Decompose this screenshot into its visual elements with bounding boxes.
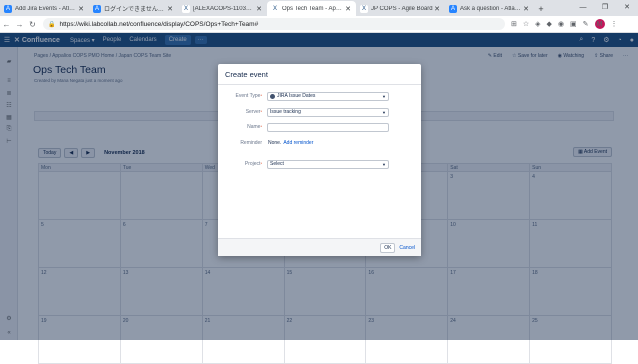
tab-favicon: X	[271, 4, 279, 13]
extension-icon[interactable]: ◈	[535, 20, 540, 28]
extensions: ⊞ ☆ ◈ ◆ ◉ ▣ ✎ M ⋮	[511, 19, 618, 29]
translate-icon[interactable]: ⊞	[511, 20, 517, 28]
chevron-down-icon: ▼	[382, 93, 386, 99]
back-icon[interactable]: ←	[0, 20, 13, 29]
server-select[interactable]: Issue tracking ▼	[267, 107, 389, 117]
name-row: Name*	[218, 122, 421, 132]
tab-title: Ops Tech Team - Appar	[282, 5, 344, 12]
browser-tab[interactable]: Aログインできませんか? - Atl✕	[89, 1, 178, 16]
extension-icon[interactable]: ◉	[558, 20, 564, 28]
event-type-select[interactable]: JIRA Issue Dates ▼	[267, 91, 389, 101]
tab-favicon: A	[449, 4, 457, 13]
tab-title: Ask a question - Atlassi	[460, 5, 522, 12]
tab-title: [ALEXACOPS-11035] Fix	[193, 5, 255, 12]
add-reminder-link[interactable]: Add reminder	[283, 140, 313, 146]
project-select[interactable]: Select ▼	[267, 159, 389, 169]
bookmark-star-icon[interactable]: ☆	[523, 20, 529, 28]
extension-icon[interactable]: ▣	[570, 20, 577, 28]
tab-favicon: X	[182, 4, 190, 13]
url-bar[interactable]: 🔒 https://wiki.labcollab.net/confluence/…	[43, 18, 505, 30]
close-tab-icon[interactable]: ✕	[77, 5, 85, 13]
close-tab-icon[interactable]: ✕	[344, 5, 352, 13]
browser-tab[interactable]: X JP COPS - Agile Board ✕	[356, 1, 445, 16]
tab-title: Add Jira Events - Atlass	[15, 5, 77, 12]
browser-tab[interactable]: X [ALEXACOPS-11035] Fix ✕	[178, 1, 267, 16]
server-label: Server*	[245, 109, 262, 115]
new-tab-icon[interactable]: +	[534, 1, 548, 16]
dialog-footer: OK Cancel	[218, 238, 421, 256]
address-bar-row: ← → ↻ 🔒 https://wiki.labcollab.net/confl…	[0, 16, 638, 33]
event-type-label: Event Type*	[235, 93, 263, 99]
ok-button[interactable]: OK	[380, 242, 396, 253]
jira-icon	[270, 93, 275, 99]
create-event-dialog: Create event Event Type* JIRA Issue Date…	[218, 64, 421, 256]
profile-avatar[interactable]: M	[594, 19, 605, 29]
browser-tab-bar: AAdd Jira Events - Atlass✕Aログインできませんか? -…	[0, 0, 638, 16]
tab-title: ログインできませんか? - Atl	[104, 7, 166, 13]
reminder-label: Reminder	[240, 140, 262, 146]
event-type-row: Event Type* JIRA Issue Dates ▼	[218, 91, 421, 101]
browser-tab[interactable]: A Add Jira Events - Atlass ✕	[0, 1, 89, 16]
name-label: Name*	[247, 124, 262, 130]
url-text: https://wiki.labcollab.net/confluence/di…	[59, 20, 259, 28]
restore-icon[interactable]: ❐	[594, 0, 616, 14]
name-input[interactable]	[267, 122, 389, 132]
close-tab-icon[interactable]: ✕	[255, 5, 263, 13]
close-tab-icon[interactable]: ✕	[433, 5, 441, 13]
reload-icon[interactable]: ↻	[26, 20, 39, 29]
close-tab-icon[interactable]: ✕	[522, 5, 530, 13]
project-row: Project* Select ▼	[218, 159, 421, 169]
browser-tab[interactable]: X Ops Tech Team - Appar ✕	[267, 1, 356, 16]
dialog-title: Create event	[218, 64, 421, 85]
reminder-row: Reminder None. Add reminder	[218, 138, 421, 148]
chevron-down-icon: ▼	[382, 161, 386, 167]
tab-favicon: A	[93, 4, 101, 13]
extension-icon[interactable]: ✎	[583, 20, 589, 28]
close-tab-icon[interactable]: ✕	[166, 5, 174, 13]
forward-icon[interactable]: →	[13, 20, 26, 29]
cancel-link[interactable]: Cancel	[399, 245, 415, 251]
lock-icon: 🔒	[48, 21, 56, 28]
extension-icon[interactable]: ◆	[547, 20, 552, 28]
chevron-down-icon: ▼	[382, 109, 386, 115]
reminder-value: None. Add reminder	[268, 140, 314, 146]
browser-menu-icon[interactable]: ⋮	[611, 20, 618, 28]
browser-tab[interactable]: A Ask a question - Atlassi ✕	[445, 1, 534, 16]
tab-favicon: X	[360, 4, 368, 13]
tab-favicon: A	[4, 4, 12, 13]
tab-title: JP COPS - Agile Board	[371, 5, 433, 12]
close-window-icon[interactable]: ✕	[616, 0, 638, 14]
server-row: Server* Issue tracking ▼	[218, 107, 421, 117]
minimize-icon[interactable]: —	[572, 0, 594, 14]
project-label: Project*	[244, 161, 262, 167]
window-controls: — ❐ ✕	[572, 0, 638, 14]
